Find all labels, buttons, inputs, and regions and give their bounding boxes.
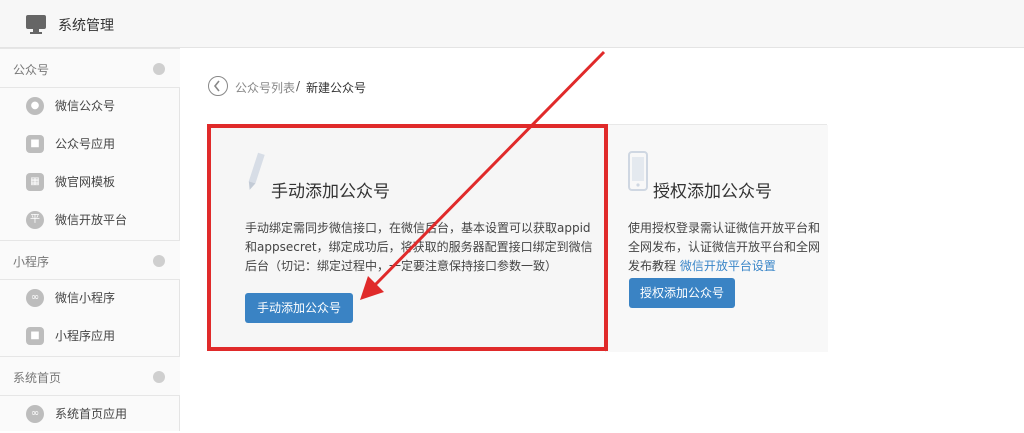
group-label: 小程序 <box>13 255 50 269</box>
back-button[interactable] <box>208 76 228 96</box>
auth-card-title: 授权添加公众号 <box>653 182 772 202</box>
collapse-dot-icon[interactable] <box>153 255 165 267</box>
app-bag-icon: ■ <box>26 135 44 153</box>
auth-add-card: 授权添加公众号 使用授权登录需认证微信开放平台和全网发布，认证微信开放平台和全网… <box>605 125 828 352</box>
system-title: 系统管理 <box>58 18 114 34</box>
breadcrumb-current: 新建公众号 <box>306 81 367 95</box>
auth-card-description: 使用授权登录需认证微信开放平台和全网发布，认证微信开放平台和全网发布教程 微信开… <box>628 219 824 276</box>
sidebar-item-official-apps[interactable]: ■ 公众号应用 <box>0 125 179 163</box>
highlight-box <box>207 124 608 351</box>
auth-add-button[interactable]: 授权添加公众号 <box>629 278 735 308</box>
sidebar: 公众号 ● 微信公众号 ■ 公众号应用 ▦ 微官网模板 平 微信开放平台 小程序… <box>0 48 180 431</box>
sidebar-item-wechat-official[interactable]: ● 微信公众号 <box>0 87 179 125</box>
open-platform-settings-link[interactable]: 微信开放平台设置 <box>680 259 776 273</box>
sidebar-group-system-home[interactable]: 系统首页 <box>0 356 180 396</box>
sidebar-item-label: 微信小程序 <box>55 291 116 305</box>
group-label: 系统首页 <box>13 371 62 385</box>
sidebar-group-mini-program[interactable]: 小程序 <box>0 240 180 280</box>
group-label: 公众号 <box>13 63 50 77</box>
template-icon: ▦ <box>26 173 44 191</box>
sidebar-item-label: 公众号应用 <box>55 137 116 151</box>
sidebar-item-label: 系统首页应用 <box>55 407 128 421</box>
wechat-icon: ● <box>26 97 44 115</box>
sidebar-item-open-platform[interactable]: 平 微信开放平台 <box>0 201 179 239</box>
app-bag-icon: ■ <box>26 327 44 345</box>
sidebar-item-system-home-apps[interactable]: ∞ 系统首页应用 <box>0 395 179 433</box>
chevron-left-icon <box>213 80 220 92</box>
collapse-dot-icon[interactable] <box>153 63 165 75</box>
sidebar-item-microsite-template[interactable]: ▦ 微官网模板 <box>0 163 179 201</box>
monitor-icon <box>26 15 46 34</box>
top-bar: 系统管理 <box>0 0 1024 48</box>
breadcrumb-parent-link[interactable]: 公众号列表 <box>235 79 295 96</box>
sidebar-item-mini-program-apps[interactable]: ■ 小程序应用 <box>0 317 179 355</box>
sidebar-item-label: 微信公众号 <box>55 99 116 113</box>
mini-program-icon: ∞ <box>26 289 44 307</box>
sidebar-item-label: 微官网模板 <box>55 175 116 189</box>
breadcrumb-separator: / <box>296 79 301 93</box>
sidebar-group-official-account[interactable]: 公众号 <box>0 48 180 88</box>
phone-icon <box>628 151 648 191</box>
sidebar-item-label: 微信开放平台 <box>55 213 128 227</box>
sidebar-item-wechat-mini-program[interactable]: ∞ 微信小程序 <box>0 279 179 317</box>
collapse-dot-icon[interactable] <box>153 371 165 383</box>
sidebar-item-label: 小程序应用 <box>55 329 116 343</box>
mini-program-icon: ∞ <box>26 405 44 423</box>
open-platform-icon: 平 <box>26 211 44 229</box>
